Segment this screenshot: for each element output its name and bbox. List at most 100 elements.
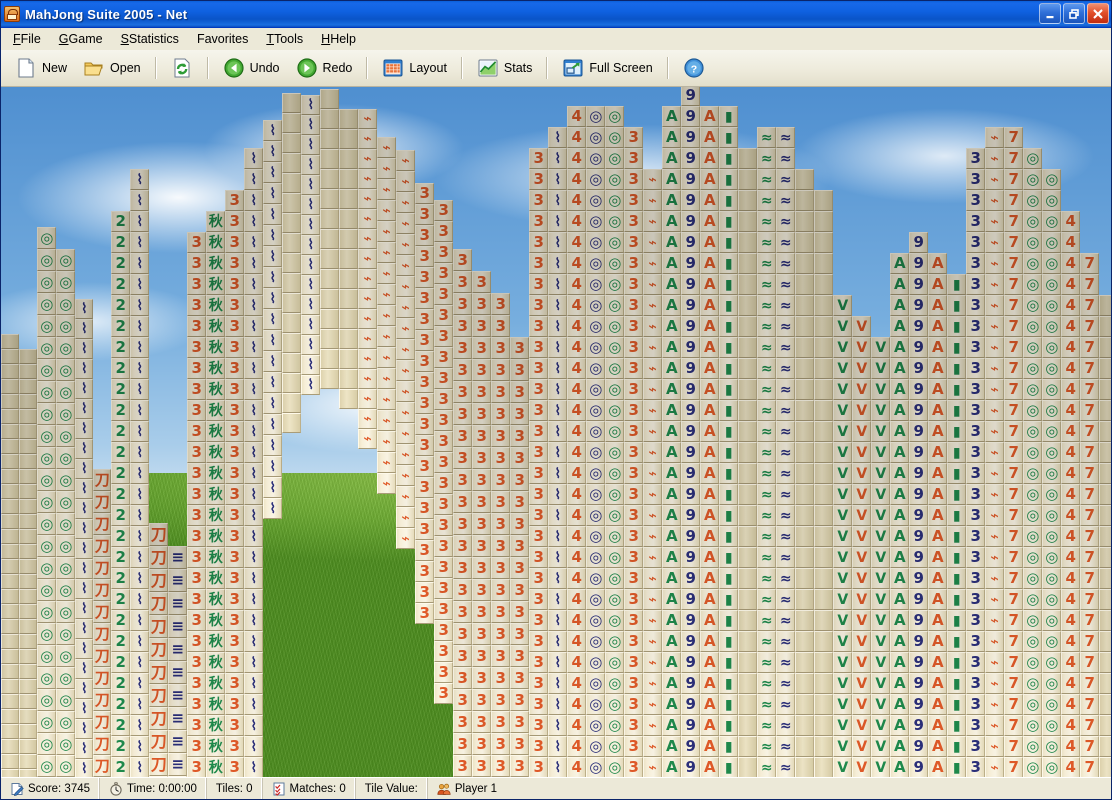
mahjong-tile[interactable]: ⌇: [263, 330, 282, 351]
mahjong-tile[interactable]: ◎: [56, 601, 75, 623]
mahjong-tile[interactable]: [814, 421, 833, 442]
mahjong-tile[interactable]: ▮: [719, 169, 738, 190]
tile-stack[interactable]: AAAAAAAAAAAAAAAAAAAAAAAAAA: [928, 249, 947, 777]
mahjong-tile[interactable]: [738, 337, 757, 358]
mahjong-tile[interactable]: 3: [415, 561, 434, 582]
mahjong-tile[interactable]: ⌇: [130, 190, 149, 211]
mahjong-tile[interactable]: [795, 589, 814, 610]
mahjong-tile[interactable]: [19, 349, 37, 364]
mahjong-tile[interactable]: 7: [1004, 610, 1023, 631]
mahjong-tile[interactable]: V: [833, 694, 852, 715]
mahjong-tile[interactable]: ⌁: [377, 179, 396, 200]
mahjong-tile[interactable]: ◎: [1023, 358, 1042, 379]
mahjong-tile[interactable]: 3: [472, 359, 491, 381]
mahjong-tile[interactable]: ⌇: [548, 505, 567, 526]
mahjong-tile[interactable]: ◎: [1023, 652, 1042, 673]
mahjong-tile[interactable]: ◎: [1023, 379, 1042, 400]
mahjong-tile[interactable]: 3: [529, 505, 548, 526]
mahjong-tile[interactable]: 3: [225, 694, 244, 715]
mahjong-tile[interactable]: ◎: [1023, 211, 1042, 232]
mahjong-tile[interactable]: [795, 757, 814, 777]
mahjong-tile[interactable]: [19, 634, 37, 649]
mahjong-tile[interactable]: [814, 358, 833, 379]
mahjong-tile[interactable]: ◎: [56, 689, 75, 711]
mahjong-tile[interactable]: 3: [453, 249, 472, 271]
mahjong-tile[interactable]: ⌇: [75, 759, 93, 777]
menu-help[interactable]: HHelp: [312, 29, 365, 49]
mahjong-tile[interactable]: 3: [529, 694, 548, 715]
mahjong-tile[interactable]: 秋: [206, 421, 225, 442]
mahjong-tile[interactable]: [795, 190, 814, 211]
mahjong-tile[interactable]: A: [928, 295, 947, 316]
mahjong-tile[interactable]: 3: [624, 190, 643, 211]
mahjong-tile[interactable]: 3: [491, 689, 510, 711]
mahjong-tile[interactable]: V: [833, 463, 852, 484]
mahjong-tile[interactable]: [814, 190, 833, 211]
mahjong-tile[interactable]: 3: [187, 232, 206, 253]
mahjong-tile[interactable]: 3: [491, 315, 510, 337]
mahjong-tile[interactable]: ◎: [1023, 148, 1042, 169]
mahjong-tile[interactable]: ⌁: [985, 400, 1004, 421]
mahjong-tile[interactable]: ⌁: [396, 192, 415, 213]
mahjong-tile[interactable]: A: [662, 274, 681, 295]
mahjong-tile[interactable]: 3: [510, 513, 529, 535]
mahjong-tile[interactable]: [339, 269, 358, 289]
tile-stack[interactable]: [19, 344, 37, 777]
mahjong-tile[interactable]: 3: [966, 547, 985, 568]
mahjong-tile[interactable]: A: [700, 211, 719, 232]
mahjong-tile[interactable]: 4: [1061, 274, 1080, 295]
mahjong-tile[interactable]: ≈: [757, 694, 776, 715]
mahjong-tile[interactable]: ◎: [605, 253, 624, 274]
mahjong-tile[interactable]: [795, 463, 814, 484]
mahjong-tile[interactable]: 9: [909, 274, 928, 295]
mahjong-tile[interactable]: [1099, 631, 1111, 652]
mahjong-tile[interactable]: ◎: [1023, 715, 1042, 736]
mahjong-tile[interactable]: ⌇: [301, 175, 320, 195]
mahjong-tile[interactable]: 3: [434, 326, 453, 347]
mahjong-tile[interactable]: 秋: [206, 589, 225, 610]
mahjong-tile[interactable]: ⌇: [263, 162, 282, 183]
mahjong-tile[interactable]: 3: [453, 579, 472, 601]
mahjong-tile[interactable]: 3: [624, 274, 643, 295]
mahjong-tile[interactable]: A: [662, 547, 681, 568]
mahjong-tile[interactable]: ◎: [586, 736, 605, 757]
mahjong-tile[interactable]: ⌁: [377, 284, 396, 305]
mahjong-tile[interactable]: 3: [624, 547, 643, 568]
mahjong-tile[interactable]: ⌁: [985, 148, 1004, 169]
mahjong-tile[interactable]: 刀: [149, 615, 168, 638]
mahjong-tile[interactable]: ◎: [56, 293, 75, 315]
mahjong-tile[interactable]: 3: [624, 148, 643, 169]
mahjong-tile[interactable]: 9: [909, 253, 928, 274]
mahjong-tile[interactable]: [19, 769, 37, 777]
mahjong-tile[interactable]: ▮: [719, 337, 738, 358]
tile-stack[interactable]: 333333333333333333333: [415, 174, 434, 624]
mahjong-tile[interactable]: 3: [624, 673, 643, 694]
mahjong-tile[interactable]: [320, 189, 339, 209]
mahjong-tile[interactable]: ≈: [757, 232, 776, 253]
mahjong-tile[interactable]: A: [890, 757, 909, 777]
mahjong-tile[interactable]: ⌇: [548, 211, 567, 232]
mahjong-tile[interactable]: 2: [111, 442, 130, 463]
mahjong-tile[interactable]: 9: [909, 379, 928, 400]
mahjong-tile[interactable]: 4: [567, 652, 586, 673]
mahjong-tile[interactable]: [19, 469, 37, 484]
mahjong-tile[interactable]: 3: [624, 337, 643, 358]
close-button[interactable]: [1087, 3, 1109, 24]
mahjong-tile[interactable]: 刀: [93, 579, 111, 601]
mahjong-tile[interactable]: ≡: [168, 776, 187, 777]
mahjong-tile[interactable]: V: [871, 757, 890, 777]
mahjong-tile[interactable]: 7: [1004, 547, 1023, 568]
mahjong-tile[interactable]: A: [890, 421, 909, 442]
mahjong-tile[interactable]: 3: [491, 359, 510, 381]
tile-stack[interactable]: 3333333333333333333333333333333: [966, 148, 985, 777]
mahjong-tile[interactable]: ⌁: [643, 715, 662, 736]
mahjong-tile[interactable]: 2: [111, 253, 130, 274]
mahjong-tile[interactable]: ⌇: [130, 274, 149, 295]
mahjong-tile[interactable]: ⌇: [548, 463, 567, 484]
tile-stack[interactable]: ◎◎◎◎◎◎◎◎◎◎◎◎◎◎◎◎◎◎◎◎◎◎◎◎◎◎: [37, 227, 56, 777]
mahjong-tile[interactable]: 3: [472, 469, 491, 491]
mahjong-tile[interactable]: [1099, 442, 1111, 463]
mahjong-tile[interactable]: 7: [1004, 589, 1023, 610]
mahjong-tile[interactable]: A: [890, 316, 909, 337]
mahjong-tile[interactable]: ⌁: [643, 505, 662, 526]
